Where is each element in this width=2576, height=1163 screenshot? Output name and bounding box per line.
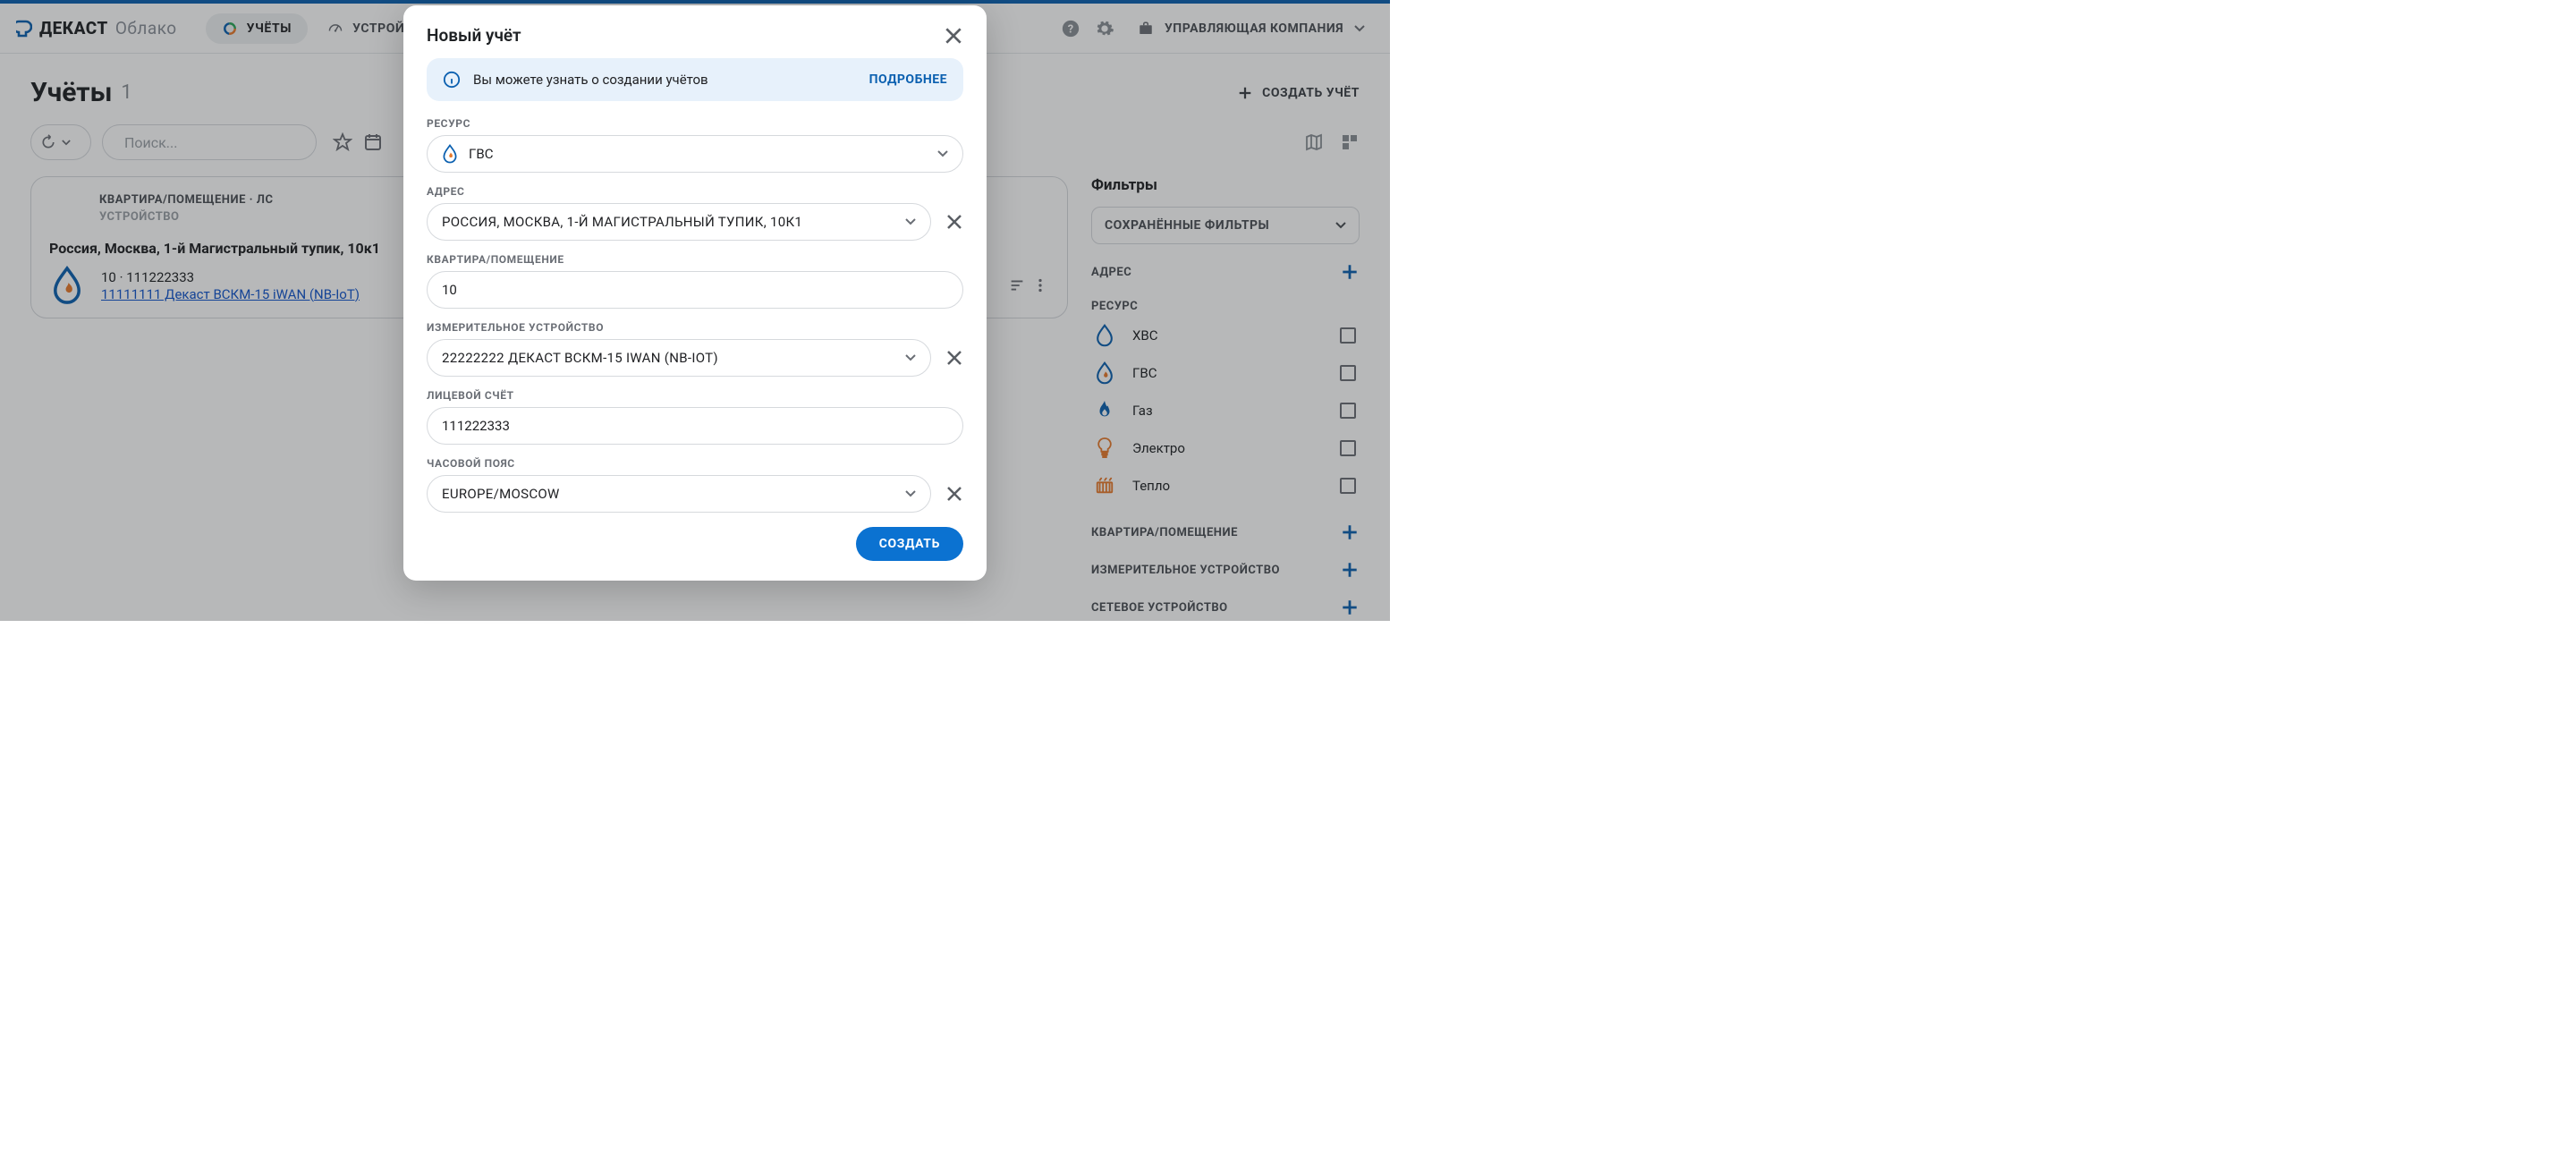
field-label-address: АДРЕС (427, 185, 963, 198)
info-more-link[interactable]: ПОДРОБНЕЕ (869, 72, 947, 87)
clear-address-icon[interactable] (945, 213, 963, 231)
apt-input[interactable]: 10 (427, 271, 963, 309)
close-icon[interactable] (944, 26, 963, 46)
tz-select[interactable]: EUROPE/MOSCOW (427, 475, 931, 513)
create-button[interactable]: СОЗДАТЬ (856, 527, 963, 561)
device-select[interactable]: 22222222 ДЕКАСТ ВСКМ-15 IWAN (NB-IOT) (427, 339, 931, 377)
clear-device-icon[interactable] (945, 349, 963, 367)
field-label-resource: РЕСУРС (427, 117, 963, 130)
info-text: Вы можете узнать о создании учётов (473, 72, 857, 88)
field-label-device: ИЗМЕРИТЕЛЬНОЕ УСТРОЙСТВО (427, 321, 963, 334)
apt-value: 10 (442, 282, 948, 298)
resource-value: ГВС (469, 146, 927, 162)
address-select[interactable]: РОССИЯ, МОСКВА, 1-Й МАГИСТРАЛЬНЫЙ ТУПИК,… (427, 203, 931, 241)
chevron-down-icon (905, 488, 916, 499)
device-value: 22222222 ДЕКАСТ ВСКМ-15 IWAN (NB-IOT) (442, 350, 894, 366)
account-input[interactable]: 111222333 (427, 407, 963, 445)
modal-title: Новый учёт (427, 25, 521, 46)
info-box: Вы можете узнать о создании учётов ПОДРО… (427, 58, 963, 101)
chevron-down-icon (905, 216, 916, 227)
info-icon (443, 71, 461, 89)
field-label-apt: КВАРТИРА/ПОМЕЩЕНИЕ (427, 253, 963, 266)
new-account-modal: Новый учёт Вы можете узнать о создании у… (403, 5, 987, 581)
account-value: 111222333 (442, 418, 948, 434)
chevron-down-icon (905, 352, 916, 363)
clear-tz-icon[interactable] (945, 485, 963, 503)
field-label-tz: ЧАСОВОЙ ПОЯС (427, 457, 963, 470)
chevron-down-icon (937, 149, 948, 159)
field-label-account: ЛИЦЕВОЙ СЧЁТ (427, 389, 963, 402)
create-button-label: СОЗДАТЬ (879, 537, 940, 551)
resource-select[interactable]: ГВС (427, 135, 963, 173)
address-value: РОССИЯ, МОСКВА, 1-Й МАГИСТРАЛЬНЫЙ ТУПИК,… (442, 214, 894, 230)
tz-value: EUROPE/MOSCOW (442, 486, 894, 502)
hot-water-icon (442, 144, 458, 164)
